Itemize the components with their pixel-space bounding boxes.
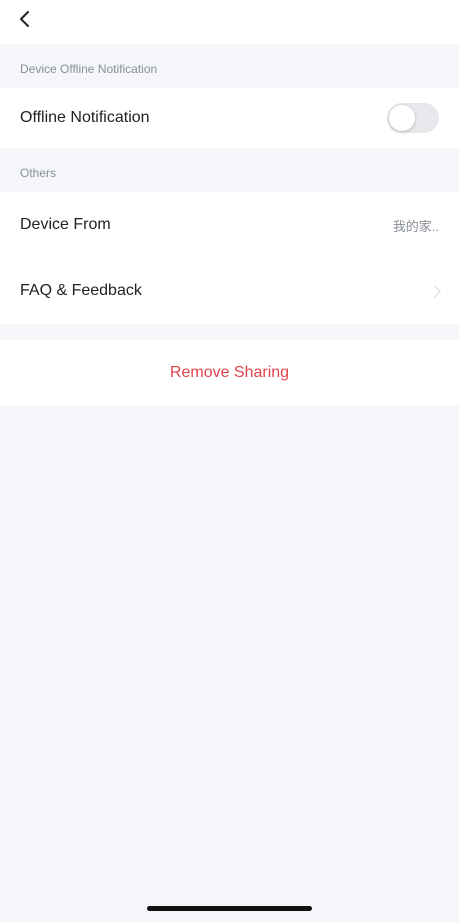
device-from-label: Device From	[20, 216, 111, 233]
offline-notification-row: Offline Notification	[0, 88, 459, 148]
section-header-offline: Device Offline Notification	[0, 44, 459, 88]
section-header-others: Others	[0, 148, 459, 192]
chevron-right-icon	[428, 284, 441, 298]
faq-feedback-label: FAQ & Feedback	[20, 282, 142, 299]
home-indicator	[147, 906, 312, 911]
section-spacer	[0, 324, 459, 340]
faq-feedback-row[interactable]: FAQ & Feedback	[0, 258, 459, 324]
nav-bar	[0, 0, 459, 44]
device-from-value: 我的家..	[392, 218, 439, 234]
chevron-left-icon	[20, 11, 29, 27]
device-from-row[interactable]: Device From 我的家..	[0, 192, 459, 258]
remove-sharing-label: Remove Sharing	[169, 364, 290, 381]
toggle-knob	[389, 105, 415, 131]
offline-notification-label: Offline Notification	[20, 109, 150, 126]
offline-notification-toggle[interactable]	[387, 103, 439, 133]
back-button[interactable]	[10, 4, 40, 34]
device-from-value-group: 我的家..	[393, 216, 439, 235]
remove-sharing-button[interactable]: Remove Sharing	[0, 340, 459, 406]
